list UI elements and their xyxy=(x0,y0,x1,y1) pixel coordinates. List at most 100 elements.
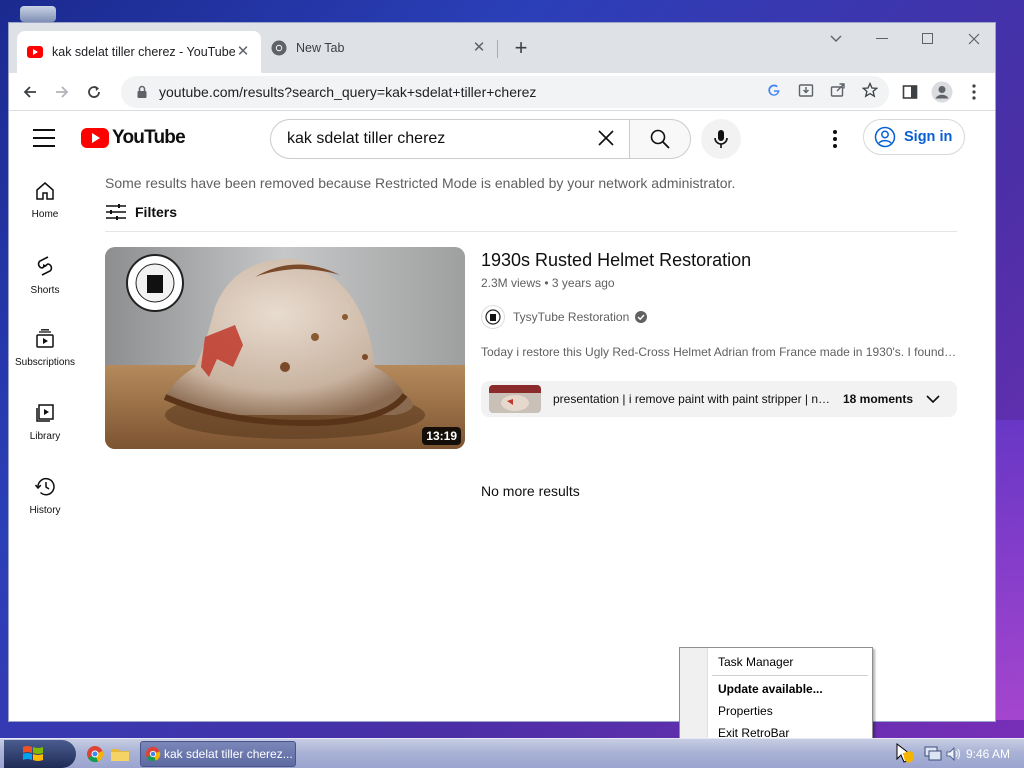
home-icon xyxy=(36,182,54,200)
maximize-button[interactable] xyxy=(905,23,951,55)
url-text: youtube.com/results?search_query=kak+sde… xyxy=(159,84,537,100)
search-query-text: kak sdelat tiller cherez xyxy=(287,130,446,147)
history-icon xyxy=(34,478,55,496)
share-icon[interactable] xyxy=(827,79,849,101)
sign-in-label: Sign in xyxy=(904,129,953,145)
filters-button[interactable]: Filters xyxy=(105,203,177,221)
library-icon xyxy=(36,404,54,422)
browser-toolbar: youtube.com/results?search_query=kak+sde… xyxy=(9,73,995,111)
tray-context-menu: Task Manager Update available... Propert… xyxy=(679,647,873,745)
file-explorer-icon[interactable] xyxy=(110,742,130,766)
side-panel-icon[interactable] xyxy=(897,79,923,105)
close-tab-icon[interactable]: ✕ xyxy=(471,40,487,56)
forward-arrow-icon[interactable] xyxy=(49,79,75,105)
chapter-thumbnail xyxy=(489,385,541,413)
verified-badge-icon xyxy=(635,311,648,323)
taskbar-window-title: kak sdelat tiller cherez... xyxy=(164,747,293,761)
youtube-page: YouTube kak sdelat tiller cherez Sign in… xyxy=(9,111,995,721)
helmet-thumbnail-image xyxy=(105,247,465,449)
settings-menu-icon[interactable] xyxy=(823,127,847,151)
taskbar: kak sdelat tiller cherez... 9:46 AM xyxy=(0,738,1024,768)
sign-in-button[interactable]: Sign in xyxy=(863,119,965,155)
voice-search-button[interactable] xyxy=(701,119,741,159)
youtube-masthead: YouTube kak sdelat tiller cherez Sign in xyxy=(9,111,995,167)
tab-new-tab[interactable]: New Tab ✕ xyxy=(261,31,497,65)
guide-item-subscriptions[interactable]: Subscriptions xyxy=(9,315,81,389)
menu-gutter xyxy=(680,648,708,744)
channel-name[interactable]: TysyTube Restoration xyxy=(513,310,629,324)
close-tab-icon[interactable]: ✕ xyxy=(235,44,251,60)
youtube-logo[interactable]: YouTube xyxy=(81,127,186,149)
install-app-icon[interactable] xyxy=(795,79,817,101)
video-title[interactable]: 1930s Rusted Helmet Restoration xyxy=(481,250,751,271)
guide-item-shorts[interactable]: Shorts xyxy=(9,241,81,315)
channel-avatar[interactable] xyxy=(481,305,505,329)
guide-item-label: Shorts xyxy=(30,285,60,296)
video-description: Today i restore this Ugly Red-Cross Helm… xyxy=(481,345,957,359)
taskbar-chrome-window[interactable]: kak sdelat tiller cherez... xyxy=(140,741,296,767)
subscriptions-icon xyxy=(36,329,54,348)
channel-link[interactable]: TysyTube Restoration xyxy=(481,305,648,329)
guide-item-home[interactable]: Home xyxy=(9,167,81,241)
menu-item-properties[interactable]: Properties xyxy=(718,701,773,721)
guide-sidebar: Home Shorts Subscriptions Library Histor… xyxy=(9,167,81,537)
google-icon[interactable] xyxy=(763,79,785,101)
close-window-button[interactable] xyxy=(951,23,997,55)
guide-item-library[interactable]: Library xyxy=(9,389,81,463)
menu-item-update-available[interactable]: Update available... xyxy=(718,679,823,699)
filters-label: Filters xyxy=(135,204,178,220)
search-button[interactable] xyxy=(629,119,691,159)
browser-menu-icon[interactable] xyxy=(961,79,987,105)
menu-item-task-manager[interactable]: Task Manager xyxy=(718,652,793,672)
reload-icon[interactable] xyxy=(81,79,107,105)
divider xyxy=(105,231,957,232)
tab-separator xyxy=(497,40,498,58)
new-tab-button[interactable]: + xyxy=(509,37,533,61)
video-thumbnail[interactable]: 13:19 xyxy=(105,247,465,449)
search-icon xyxy=(650,129,670,149)
tab-title: New Tab xyxy=(296,41,345,55)
profile-avatar-icon[interactable] xyxy=(929,79,955,105)
back-arrow-icon[interactable] xyxy=(17,79,43,105)
browser-window: kak sdelat tiller cherez - YouTube ✕ New… xyxy=(8,22,996,722)
video-meta: 2.3M views • 3 years ago xyxy=(481,276,615,290)
chrome-icon xyxy=(271,40,287,56)
microphone-icon xyxy=(714,130,728,148)
tab-search-icon[interactable] xyxy=(813,23,859,55)
tab-strip: kak sdelat tiller cherez - YouTube ✕ New… xyxy=(9,23,995,73)
bookmark-star-icon[interactable] xyxy=(859,79,881,101)
chapter-text: presentation | i remove paint with paint… xyxy=(553,392,831,406)
network-icon[interactable] xyxy=(924,746,942,762)
guide-item-label: Library xyxy=(29,431,61,442)
minimize-button[interactable] xyxy=(859,23,905,55)
chrome-icon xyxy=(145,746,161,762)
video-duration-badge: 13:19 xyxy=(422,427,461,445)
start-button[interactable] xyxy=(4,740,76,768)
guide-item-label: Home xyxy=(31,209,59,220)
account-circle-icon xyxy=(874,126,896,148)
lock-icon[interactable] xyxy=(135,85,149,99)
youtube-play-icon xyxy=(81,128,109,148)
menu-separator xyxy=(712,675,868,676)
guide-item-label: Subscriptions xyxy=(14,357,76,368)
no-more-results-text: No more results xyxy=(481,483,580,499)
guide-item-history[interactable]: History xyxy=(9,463,81,537)
shield-icon[interactable] xyxy=(904,751,914,763)
desktop-icon[interactable] xyxy=(20,6,56,22)
restricted-mode-notice: Some results have been removed because R… xyxy=(105,175,736,191)
tab-title: kak sdelat tiller cherez - YouTube xyxy=(52,45,235,59)
volume-icon[interactable] xyxy=(946,747,962,761)
search-input[interactable]: kak sdelat tiller cherez xyxy=(270,119,630,159)
chevron-down-icon[interactable] xyxy=(923,389,943,409)
shorts-icon xyxy=(37,256,53,276)
filters-icon xyxy=(106,204,126,220)
tab-youtube[interactable]: kak sdelat tiller cherez - YouTube ✕ xyxy=(17,31,261,73)
chrome-quicklaunch-icon[interactable] xyxy=(86,742,104,766)
key-moments-bar[interactable]: presentation | i remove paint with paint… xyxy=(481,381,957,417)
clear-search-icon[interactable] xyxy=(595,127,617,149)
guide-menu-icon[interactable] xyxy=(33,129,55,147)
youtube-logo-text: YouTube xyxy=(112,127,186,148)
youtube-favicon-icon xyxy=(27,46,43,58)
taskbar-clock[interactable]: 9:46 AM xyxy=(966,747,1010,761)
guide-item-label: History xyxy=(29,505,61,516)
